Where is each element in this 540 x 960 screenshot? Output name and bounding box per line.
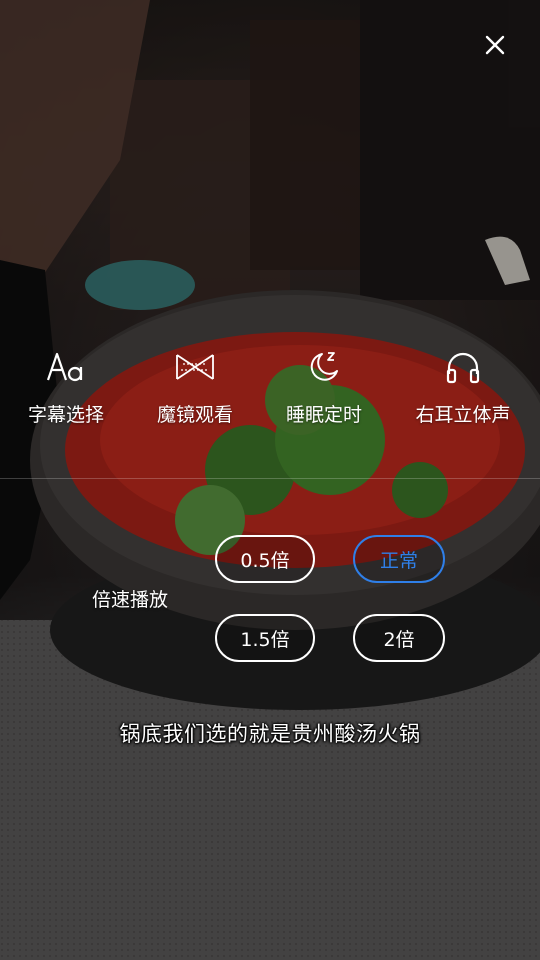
option-sleep-timer[interactable]: 睡眠定时	[259, 340, 389, 440]
options-row: 字幕选择 魔镜观看 睡眠定时 右耳立体声	[0, 340, 540, 440]
headphones-icon	[442, 346, 484, 388]
mirror-bowtie-icon	[174, 346, 216, 388]
option-label: 魔镜观看	[156, 404, 233, 426]
close-button[interactable]	[474, 24, 516, 66]
speed-option-1.5x[interactable]: 1.5倍	[215, 614, 315, 662]
font-aa-icon	[45, 346, 87, 388]
speed-title: 倍速播放	[92, 589, 169, 611]
option-mirror-view[interactable]: 魔镜观看	[130, 340, 260, 440]
speed-option-normal[interactable]: 正常	[353, 535, 445, 583]
close-icon	[485, 35, 505, 55]
option-right-ear-stereo[interactable]: 右耳立体声	[398, 340, 528, 440]
speed-option-0.5x[interactable]: 0.5倍	[215, 535, 315, 583]
option-label: 字幕选择	[27, 404, 104, 426]
speed-option-2x[interactable]: 2倍	[353, 614, 445, 662]
option-label: 睡眠定时	[285, 404, 362, 426]
dim-overlay	[0, 0, 540, 960]
option-subtitle-select[interactable]: 字幕选择	[1, 340, 131, 440]
moon-sleep-icon	[303, 346, 345, 388]
divider	[0, 478, 540, 479]
option-label: 右耳立体声	[415, 404, 511, 426]
video-subtitle: 锅底我们选的就是贵州酸汤火锅	[119, 722, 421, 746]
